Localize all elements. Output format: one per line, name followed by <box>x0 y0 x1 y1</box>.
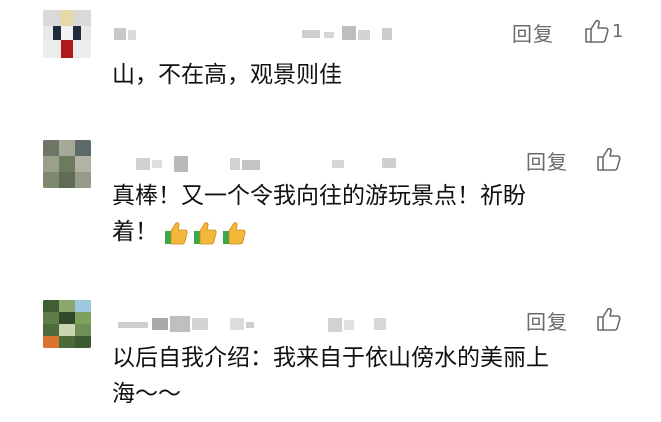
avatar[interactable] <box>43 300 91 348</box>
thumbs-up-outline-icon <box>585 19 609 43</box>
emoji-group <box>162 219 249 247</box>
like-count: 1 <box>612 20 624 42</box>
reply-button[interactable]: 回复 <box>526 146 568 175</box>
thumbs-up-outline-icon <box>597 147 621 171</box>
comment-text-line: 以后自我介绍：我来自于依山傍水的美丽上 <box>112 345 549 371</box>
like-button[interactable] <box>596 304 622 334</box>
comment-text: 真棒！又一个令我向往的游玩景点！祈盼 着！ <box>112 178 622 250</box>
like-button[interactable]: 1 <box>584 16 623 46</box>
like-button[interactable] <box>596 144 622 174</box>
thumbs-up-emoji <box>165 221 188 244</box>
avatar[interactable] <box>43 140 91 188</box>
comment-item: 回复 以后自我介绍：我来自于依山傍水的美丽上 海～～ <box>0 300 661 420</box>
thumbs-up-emoji <box>194 221 217 244</box>
comment-text-line2: 着！ <box>112 219 158 245</box>
avatar[interactable] <box>43 10 91 58</box>
nickname-blurred[interactable] <box>112 154 412 174</box>
comment-item: 回复 1 山，不在高，观景则佳 <box>0 10 661 120</box>
comment-text-line: 着！ <box>112 214 622 250</box>
comment-text-line: 海～～ <box>112 381 181 407</box>
nickname-blurred[interactable] <box>112 314 412 334</box>
reply-button[interactable]: 回复 <box>526 306 568 335</box>
thumbs-up-emoji <box>223 221 246 244</box>
comment-text-line: 真棒！又一个令我向往的游玩景点！祈盼 <box>112 183 526 209</box>
nickname-blurred[interactable] <box>112 24 412 44</box>
comment-text: 以后自我介绍：我来自于依山傍水的美丽上 海～～ <box>112 340 622 412</box>
thumbs-up-outline-icon <box>597 307 621 331</box>
comment-list: 回复 1 山，不在高，观景则佳 回复 真棒！又一个令我向往的游玩景点！祈盼 着！… <box>0 0 661 422</box>
comment-item: 回复 真棒！又一个令我向往的游玩景点！祈盼 着！ <box>0 140 661 280</box>
comment-text: 山，不在高，观景则佳 <box>112 62 342 88</box>
reply-button[interactable]: 回复 <box>512 18 554 47</box>
